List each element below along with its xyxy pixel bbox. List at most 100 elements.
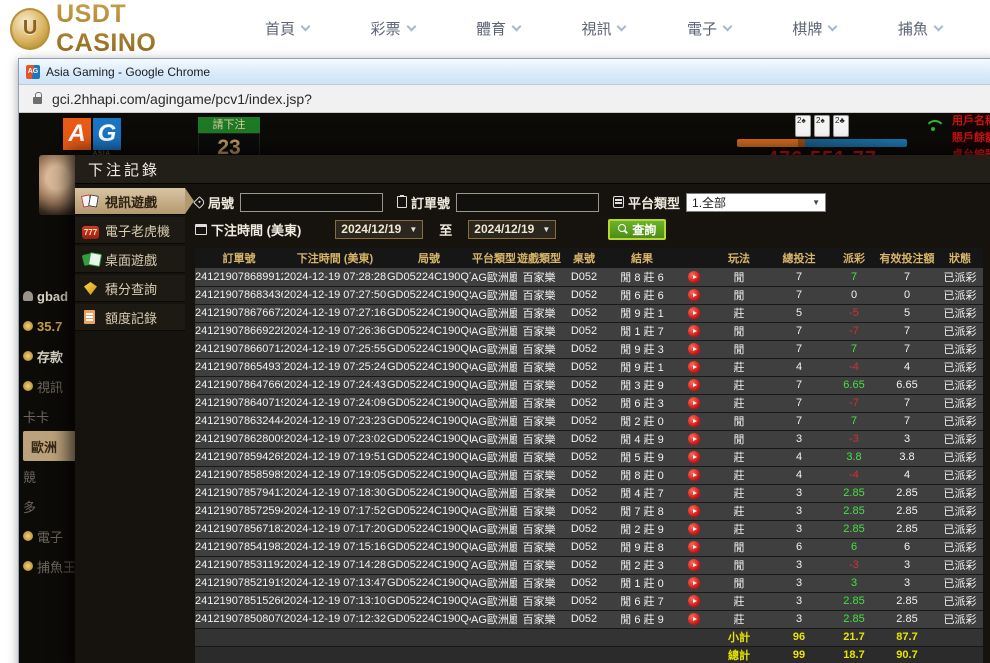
sidebar-item-label: 視訊遊戲 (105, 192, 157, 211)
bet-meter (737, 139, 907, 147)
table-cell: 6.65 (877, 376, 937, 394)
play-replay-button[interactable] (688, 595, 700, 607)
table-cell: 3 (767, 520, 831, 538)
summary-cell: 99 (767, 646, 831, 663)
table-cell: 已派彩 (937, 304, 983, 322)
summary-cell: 87.7 (877, 628, 937, 646)
play-replay-button[interactable] (688, 433, 700, 445)
play-replay-button[interactable] (688, 451, 700, 463)
table-cell: D052 (561, 376, 607, 394)
table-cell: 241219078567183 (195, 520, 283, 538)
wifi-icon (925, 120, 941, 132)
table-cell: 7 (877, 322, 937, 340)
summary-cell: 18.7 (831, 646, 877, 663)
empty-cell (195, 646, 711, 663)
play-replay-button[interactable] (688, 541, 700, 553)
nav-item-label: 體育 (476, 18, 506, 39)
table-row: 2412190785859892024-12-19 07:19:05GD0522… (195, 466, 983, 484)
table-cell: 241219078640719 (195, 394, 283, 412)
table-cell: 241219078676672 (195, 304, 283, 322)
window-titlebar[interactable]: AG Asia Gaming - Google Chrome (19, 59, 990, 85)
play-replay-button[interactable] (688, 307, 700, 319)
table-cell: 2024-12-19 07:24:43 (283, 376, 387, 394)
table-cell: 3 (767, 556, 831, 574)
play-replay-button[interactable] (688, 469, 700, 481)
site-logo[interactable]: U USDT CASINO (10, 0, 225, 58)
table-cell: 2.85 (831, 520, 877, 538)
column-header: 訂單號 (195, 248, 283, 268)
table-cell: D052 (561, 574, 607, 592)
table-cell: 百家樂 (517, 340, 561, 358)
table-cell: GD05224C190Q5 (387, 592, 471, 610)
sidebar-item-cards[interactable]: 視訊遊戲 (75, 188, 185, 215)
play-replay-button[interactable] (688, 397, 700, 409)
table-cell: D052 (561, 394, 607, 412)
table-cell: 7 (767, 268, 831, 286)
play-replay-button[interactable] (688, 415, 700, 427)
play-replay-button[interactable] (688, 613, 700, 625)
replay-cell (677, 466, 711, 484)
sidebar-item-diamond[interactable]: 積分查詢 (75, 275, 185, 302)
nav-item[interactable]: 電子 (687, 18, 731, 39)
nav-item[interactable]: 棋牌 (792, 18, 836, 39)
play-replay-button[interactable] (688, 559, 700, 571)
total-row: 總計9918.790.7 (195, 646, 983, 663)
column-header: 狀態 (937, 248, 983, 268)
table-cell: 2.85 (831, 592, 877, 610)
table-cell: 閒 5 莊 9 (607, 448, 677, 466)
calendar-icon (195, 224, 207, 235)
date-to-select[interactable]: 2024/12/19 ▼ (468, 220, 556, 239)
column-header: 派彩 (831, 248, 877, 268)
column-header: 玩法 (711, 248, 767, 268)
url-bar[interactable]: gci.2hhapi.com/agingame/pcv1/index.jsp? (19, 85, 990, 113)
play-replay-button[interactable] (688, 289, 700, 301)
table-row: 2412190785794132024-12-19 07:18:30GD0522… (195, 484, 983, 502)
table-cell: 已派彩 (937, 502, 983, 520)
table-cell: 4 (877, 466, 937, 484)
order-input[interactable] (456, 193, 599, 212)
table-cell: 2024-12-19 07:17:20 (283, 520, 387, 538)
sidebar-item-table[interactable]: 桌面遊戲 (75, 246, 185, 273)
play-replay-button[interactable] (688, 361, 700, 373)
play-replay-button[interactable] (688, 343, 700, 355)
round-input[interactable] (240, 193, 383, 212)
sidebar-item-doc[interactable]: 額度記錄 (75, 304, 185, 331)
table-cell: 已派彩 (937, 574, 983, 592)
play-replay-button[interactable] (688, 325, 700, 337)
column-header: 下注時間 (美東) (283, 248, 387, 268)
ag-logo-g: G (93, 118, 121, 150)
play-replay-button[interactable] (688, 505, 700, 517)
table-cell: 百家樂 (517, 376, 561, 394)
table-cell: 7 (877, 412, 937, 430)
play-replay-button[interactable] (688, 379, 700, 391)
table-cell: 6.65 (831, 376, 877, 394)
table-row: 2412190785671832024-12-19 07:17:20GD0522… (195, 520, 983, 538)
table-cell: 3 (767, 592, 831, 610)
nav-item[interactable]: 首頁 (265, 18, 309, 39)
replay-cell (677, 340, 711, 358)
nav-item[interactable]: 體育 (476, 18, 520, 39)
nav-item[interactable]: 視訊 (581, 18, 625, 39)
table-cell: 241219078647660 (195, 376, 283, 394)
table-cell: 2024-12-19 07:14:28 (283, 556, 387, 574)
nav-item[interactable]: 捕魚 (898, 18, 942, 39)
platform-select[interactable]: 1.全部 ▼ (686, 193, 826, 212)
table-cell: 3 (877, 574, 937, 592)
table-cell: 241219078689912 (195, 268, 283, 286)
table-cell: 閒 (711, 556, 767, 574)
table-cell: 241219078683436 (195, 286, 283, 304)
search-button[interactable]: 查詢 (608, 219, 666, 240)
play-replay-button[interactable] (688, 577, 700, 589)
sidebar-item-slot[interactable]: 電子老虎機 (75, 217, 185, 244)
table-cell: D052 (561, 538, 607, 556)
play-replay-button[interactable] (688, 271, 700, 283)
play-replay-button[interactable] (688, 523, 700, 535)
play-replay-button[interactable] (688, 487, 700, 499)
table-cell: 莊 (711, 466, 767, 484)
table-cell: 百家樂 (517, 268, 561, 286)
lobby-menu-label: 競 (23, 467, 36, 486)
platform-label: 平台類型 (628, 193, 680, 212)
nav-item[interactable]: 彩票 (370, 18, 414, 39)
date-from-select[interactable]: 2024/12/19 ▼ (335, 220, 423, 239)
main-nav: 首頁 彩票 體育 視訊 電子 棋牌 捕魚 (225, 18, 990, 39)
